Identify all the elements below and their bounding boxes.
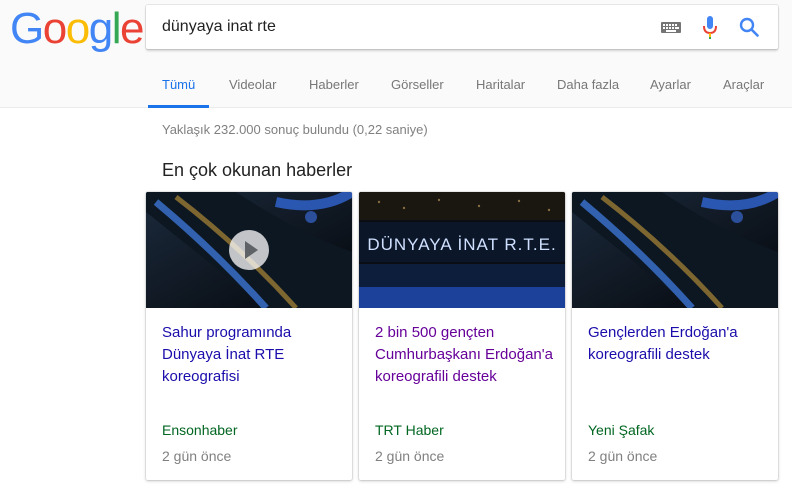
news-card[interactable]: Sahur programında Dünyaya İnat RTE koreo… (146, 192, 352, 480)
top-stories-heading: En çok okunan haberler (162, 160, 353, 180)
news-thumbnail[interactable] (146, 192, 352, 308)
top-header: Google Tümü Videolar Haberler Görseller … (0, 0, 792, 108)
news-title[interactable]: 2 bin 500 gençten Cumhurbaşkanı Erdoğan'… (375, 322, 557, 388)
tab-maps[interactable]: Haritalar (476, 72, 525, 108)
news-time: 2 gün önce (375, 448, 445, 464)
logo-letter: l (111, 4, 122, 53)
tab-settings[interactable]: Ayarlar (650, 72, 691, 108)
keyboard-icon[interactable] (661, 22, 681, 33)
tab-news[interactable]: Haberler (309, 72, 359, 108)
logo-letter: e (119, 4, 144, 53)
logo-letter: o (42, 4, 67, 53)
microphone-icon[interactable] (702, 16, 718, 39)
news-time: 2 gün önce (588, 448, 658, 464)
tab-videos[interactable]: Videolar (229, 72, 276, 108)
news-source: Yeni Şafak (588, 422, 655, 438)
news-thumbnail[interactable] (572, 192, 778, 308)
search-input[interactable] (162, 5, 642, 49)
tab-images[interactable]: Görseller (391, 72, 444, 108)
news-title[interactable]: Gençlerden Erdoğan'a koreografili destek (588, 322, 770, 366)
tab-all[interactable]: Tümü (147, 72, 210, 108)
thumbnail-text: DÜNYAYA İNAT R.T.E. (367, 235, 556, 254)
google-logo[interactable]: Google (10, 4, 144, 55)
search-tabs: Tümü Videolar Haberler Görseller Harital… (0, 72, 792, 108)
news-card[interactable]: DÜNYAYA İNAT R.T.E. 2 bin 500 gençten Cu… (359, 192, 565, 480)
play-icon[interactable] (229, 230, 269, 270)
logo-letter: o (65, 4, 90, 53)
news-card[interactable]: Gençlerden Erdoğan'a koreografili destek… (572, 192, 778, 480)
logo-letter: g (88, 4, 113, 53)
result-stats: Yaklaşık 232.000 sonuç bulundu (0,22 san… (162, 122, 428, 137)
tab-more[interactable]: Daha fazla (557, 72, 619, 108)
search-icon[interactable] (739, 17, 759, 37)
news-title[interactable]: Sahur programında Dünyaya İnat RTE koreo… (162, 322, 344, 388)
logo-letter: G (10, 4, 44, 53)
search-box (146, 5, 778, 49)
news-source: Ensonhaber (162, 422, 238, 438)
news-time: 2 gün önce (162, 448, 232, 464)
tab-tools[interactable]: Araçlar (723, 72, 764, 108)
news-source: TRT Haber (375, 422, 444, 438)
news-thumbnail[interactable]: DÜNYAYA İNAT R.T.E. (359, 192, 565, 308)
